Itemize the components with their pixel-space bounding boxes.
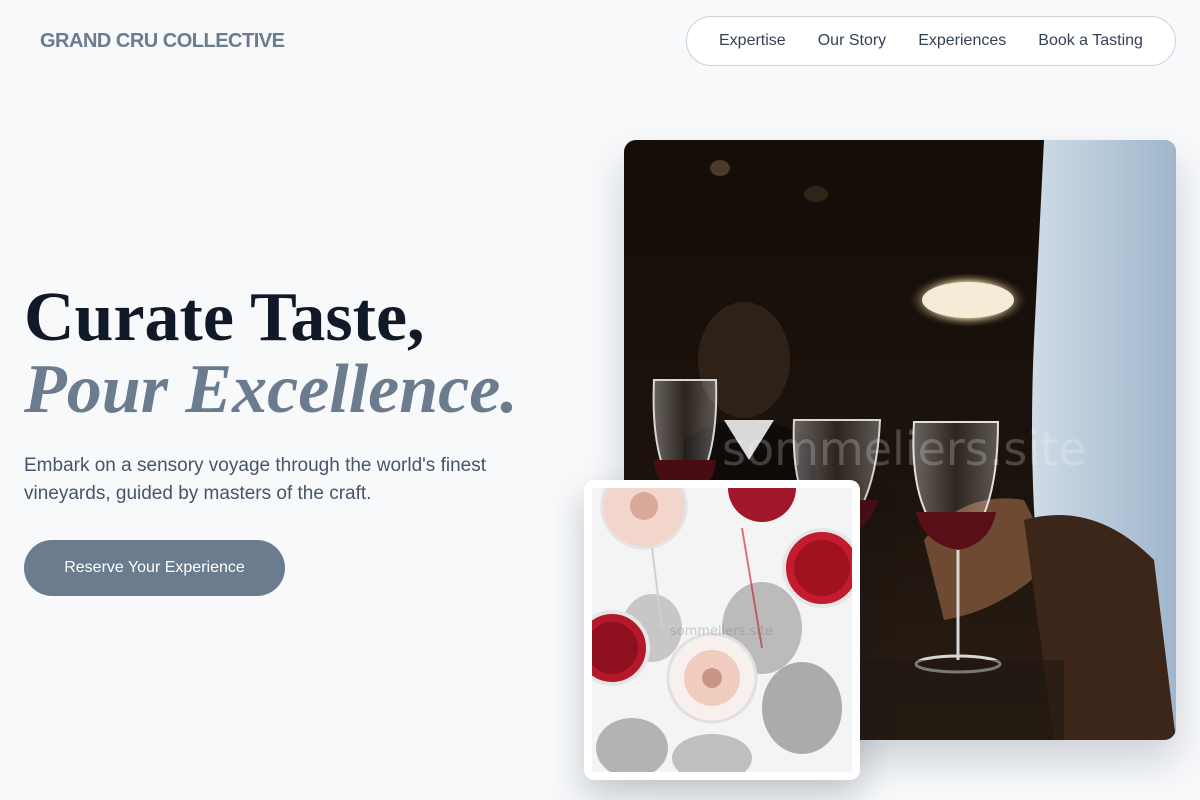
main-photo-watermark: sommeliers.site [722,422,1087,476]
main-nav: Expertise Our Story Experiences Book a T… [686,16,1176,66]
nav-link-expertise[interactable]: Expertise [719,32,786,50]
hero-headline: Curate Taste, Pour Excellence. [24,282,518,426]
brand-logo[interactable]: GRAND CRU COLLECTIVE [40,30,285,53]
headline-line-2: Pour Excellence. [24,351,518,428]
inset-photo-watermark: sommeliers.site [670,624,774,639]
reserve-experience-button[interactable]: Reserve Your Experience [24,540,285,596]
inset-photo-card: sommeliers.site [584,480,860,780]
nav-link-experiences[interactable]: Experiences [918,32,1006,50]
headline-line-1: Curate Taste, [24,279,425,356]
nav-link-book-a-tasting[interactable]: Book a Tasting [1038,32,1143,50]
inset-photo: sommeliers.site [592,488,852,772]
nav-link-our-story[interactable]: Our Story [818,32,886,50]
hero-subtitle: Embark on a sensory voyage through the w… [24,455,486,504]
